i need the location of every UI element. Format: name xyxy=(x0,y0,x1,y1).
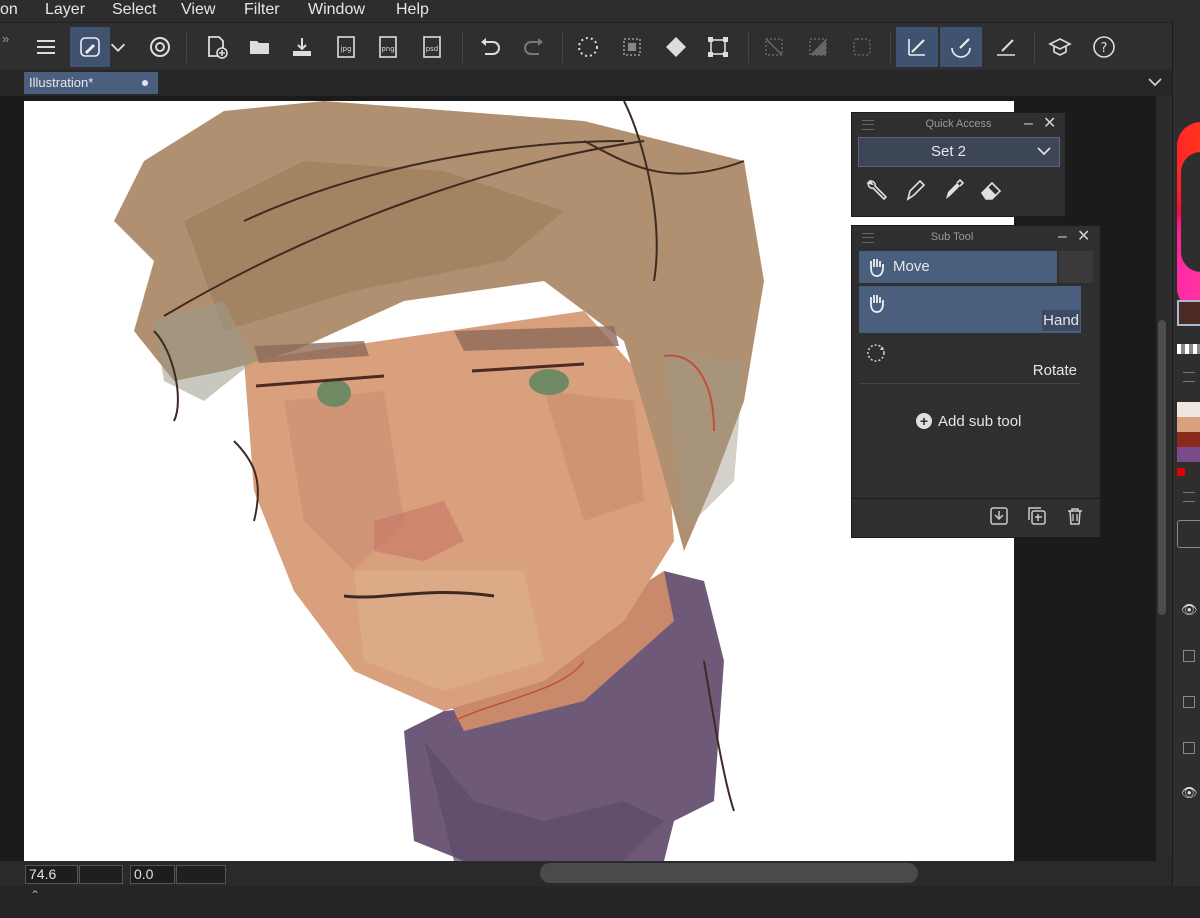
main-color-swatch[interactable] xyxy=(1177,300,1200,326)
marker-icon[interactable] xyxy=(938,175,968,205)
sub-tool-item-hand[interactable]: Hand xyxy=(859,286,1081,333)
zoom-field[interactable]: 74.6 xyxy=(25,865,78,884)
menu-help[interactable]: Help xyxy=(396,0,429,20)
frame-icon[interactable] xyxy=(842,27,882,67)
rotation-slider[interactable] xyxy=(176,865,226,884)
plus-icon: + xyxy=(916,413,932,429)
duplicate-icon[interactable] xyxy=(1027,506,1047,526)
invert-icon[interactable] xyxy=(798,27,838,67)
sub-tool-label: Rotate xyxy=(1032,362,1077,379)
svg-text:psd: psd xyxy=(426,45,439,53)
new-file-icon[interactable] xyxy=(196,27,236,67)
vertical-scrollbar-thumb[interactable] xyxy=(1158,320,1166,615)
deselect-icon[interactable] xyxy=(754,27,794,67)
quick-access-title: Quick Access xyxy=(925,118,992,130)
transform-icon[interactable] xyxy=(698,27,738,67)
png-export-icon[interactable]: png xyxy=(368,27,408,67)
sub-tool-group-tab-empty[interactable] xyxy=(1059,251,1093,283)
chevron-down-icon xyxy=(1035,142,1053,170)
panel-grip-icon[interactable] xyxy=(1183,492,1195,502)
tool-pen-icon[interactable] xyxy=(70,27,110,67)
ruler-icon[interactable] xyxy=(986,27,1026,67)
bottom-bar: ⌃ xyxy=(0,886,1200,918)
hand-icon xyxy=(865,292,887,319)
menubar: on Layer Select View Filter Window Help xyxy=(0,0,1200,22)
selection-icon[interactable] xyxy=(612,27,652,67)
add-sub-tool-button[interactable]: + Add sub tool xyxy=(916,413,1021,430)
color-palette[interactable] xyxy=(1177,402,1200,462)
brush-icon[interactable] xyxy=(940,27,982,67)
quick-access-set-select[interactable]: Set 2 xyxy=(858,137,1060,167)
redo-icon[interactable] xyxy=(514,27,554,67)
chevron-down-icon[interactable] xyxy=(1146,74,1164,95)
download-icon[interactable] xyxy=(989,506,1009,526)
psd-export-icon[interactable]: psd xyxy=(412,27,452,67)
pen-icon[interactable] xyxy=(900,175,930,205)
dropdown-icon[interactable] xyxy=(106,27,130,67)
minimize-icon[interactable]: – xyxy=(1024,116,1033,132)
menu-select[interactable]: Select xyxy=(112,0,156,20)
zoom-slider[interactable] xyxy=(79,865,123,884)
import-icon[interactable] xyxy=(282,27,322,67)
document-tab[interactable]: Illustration* xyxy=(24,72,158,94)
sub-tool-title: Sub Tool xyxy=(930,231,974,243)
fill-icon[interactable] xyxy=(656,27,696,67)
svg-text:png: png xyxy=(381,45,394,53)
sub-tool-group-tab[interactable]: Move xyxy=(859,251,1057,283)
toolbar: » jpg png psd ? xyxy=(0,22,1200,72)
layer-checkbox[interactable] xyxy=(1183,650,1195,662)
help-icon[interactable]: ? xyxy=(1084,27,1124,67)
learn-icon[interactable] xyxy=(1040,27,1080,67)
rotation-field[interactable]: 0.0 xyxy=(130,865,175,884)
sub-tool-group-label: Move xyxy=(893,258,930,275)
layer-thumbnail[interactable] xyxy=(1177,520,1200,548)
undo-icon[interactable] xyxy=(470,27,510,67)
pen-angle-icon[interactable] xyxy=(896,27,938,67)
open-folder-icon[interactable] xyxy=(240,27,280,67)
menu-icon[interactable] xyxy=(26,27,66,67)
unsaved-dot-icon xyxy=(142,80,148,86)
jpg-export-icon[interactable]: jpg xyxy=(326,27,366,67)
right-side-panel: 👁 👁 xyxy=(1172,22,1200,886)
eraser-icon[interactable] xyxy=(976,175,1006,205)
quick-access-panel: Quick Access – ✕ Set 2 xyxy=(851,112,1066,217)
document-tab-title: Illustration* xyxy=(29,75,94,90)
minimize-icon[interactable]: – xyxy=(1058,229,1067,245)
close-icon[interactable]: ✕ xyxy=(1077,229,1090,245)
menu-item-partial[interactable]: on xyxy=(0,0,18,20)
horizontal-scrollbar-thumb[interactable] xyxy=(540,863,918,883)
collapse-up-icon[interactable]: ⌃ xyxy=(30,888,40,902)
status-bar: 74.6 0.0 xyxy=(0,861,1172,886)
layer-checkbox[interactable] xyxy=(1183,742,1195,754)
document-tab-bar: Illustration* xyxy=(0,70,1172,96)
expand-icon[interactable]: » xyxy=(2,31,9,46)
visibility-eye-icon[interactable]: 👁 xyxy=(1181,785,1198,801)
transparent-color-swatch[interactable] xyxy=(1177,344,1200,354)
trash-icon[interactable] xyxy=(1065,506,1085,526)
loading-icon[interactable] xyxy=(568,27,608,67)
spiral-icon[interactable] xyxy=(140,27,180,67)
sub-tool-panel: Sub Tool – ✕ Move Hand Rotate + Add sub t… xyxy=(851,225,1101,538)
svg-text:jpg: jpg xyxy=(340,45,352,53)
sub-tool-item-rotate[interactable]: Rotate xyxy=(859,336,1081,384)
menu-window[interactable]: Window xyxy=(308,0,365,20)
close-icon[interactable]: ✕ xyxy=(1043,116,1056,132)
menu-view[interactable]: View xyxy=(181,0,215,20)
rotate-icon xyxy=(865,342,887,369)
palette-red-swatch[interactable] xyxy=(1177,468,1185,476)
menu-layer[interactable]: Layer xyxy=(45,0,85,20)
svg-text:?: ? xyxy=(1101,41,1108,56)
add-sub-tool-label: Add sub tool xyxy=(938,413,1022,430)
wrench-icon[interactable] xyxy=(862,175,892,205)
visibility-eye-icon[interactable]: 👁 xyxy=(1181,602,1198,618)
menu-filter[interactable]: Filter xyxy=(244,0,280,20)
hand-icon xyxy=(865,256,887,283)
sub-tool-label: Hand xyxy=(1042,310,1080,331)
quick-access-set-value: Set 2 xyxy=(931,143,967,160)
panel-grip-icon[interactable] xyxy=(1183,372,1195,382)
layer-checkbox[interactable] xyxy=(1183,696,1195,708)
